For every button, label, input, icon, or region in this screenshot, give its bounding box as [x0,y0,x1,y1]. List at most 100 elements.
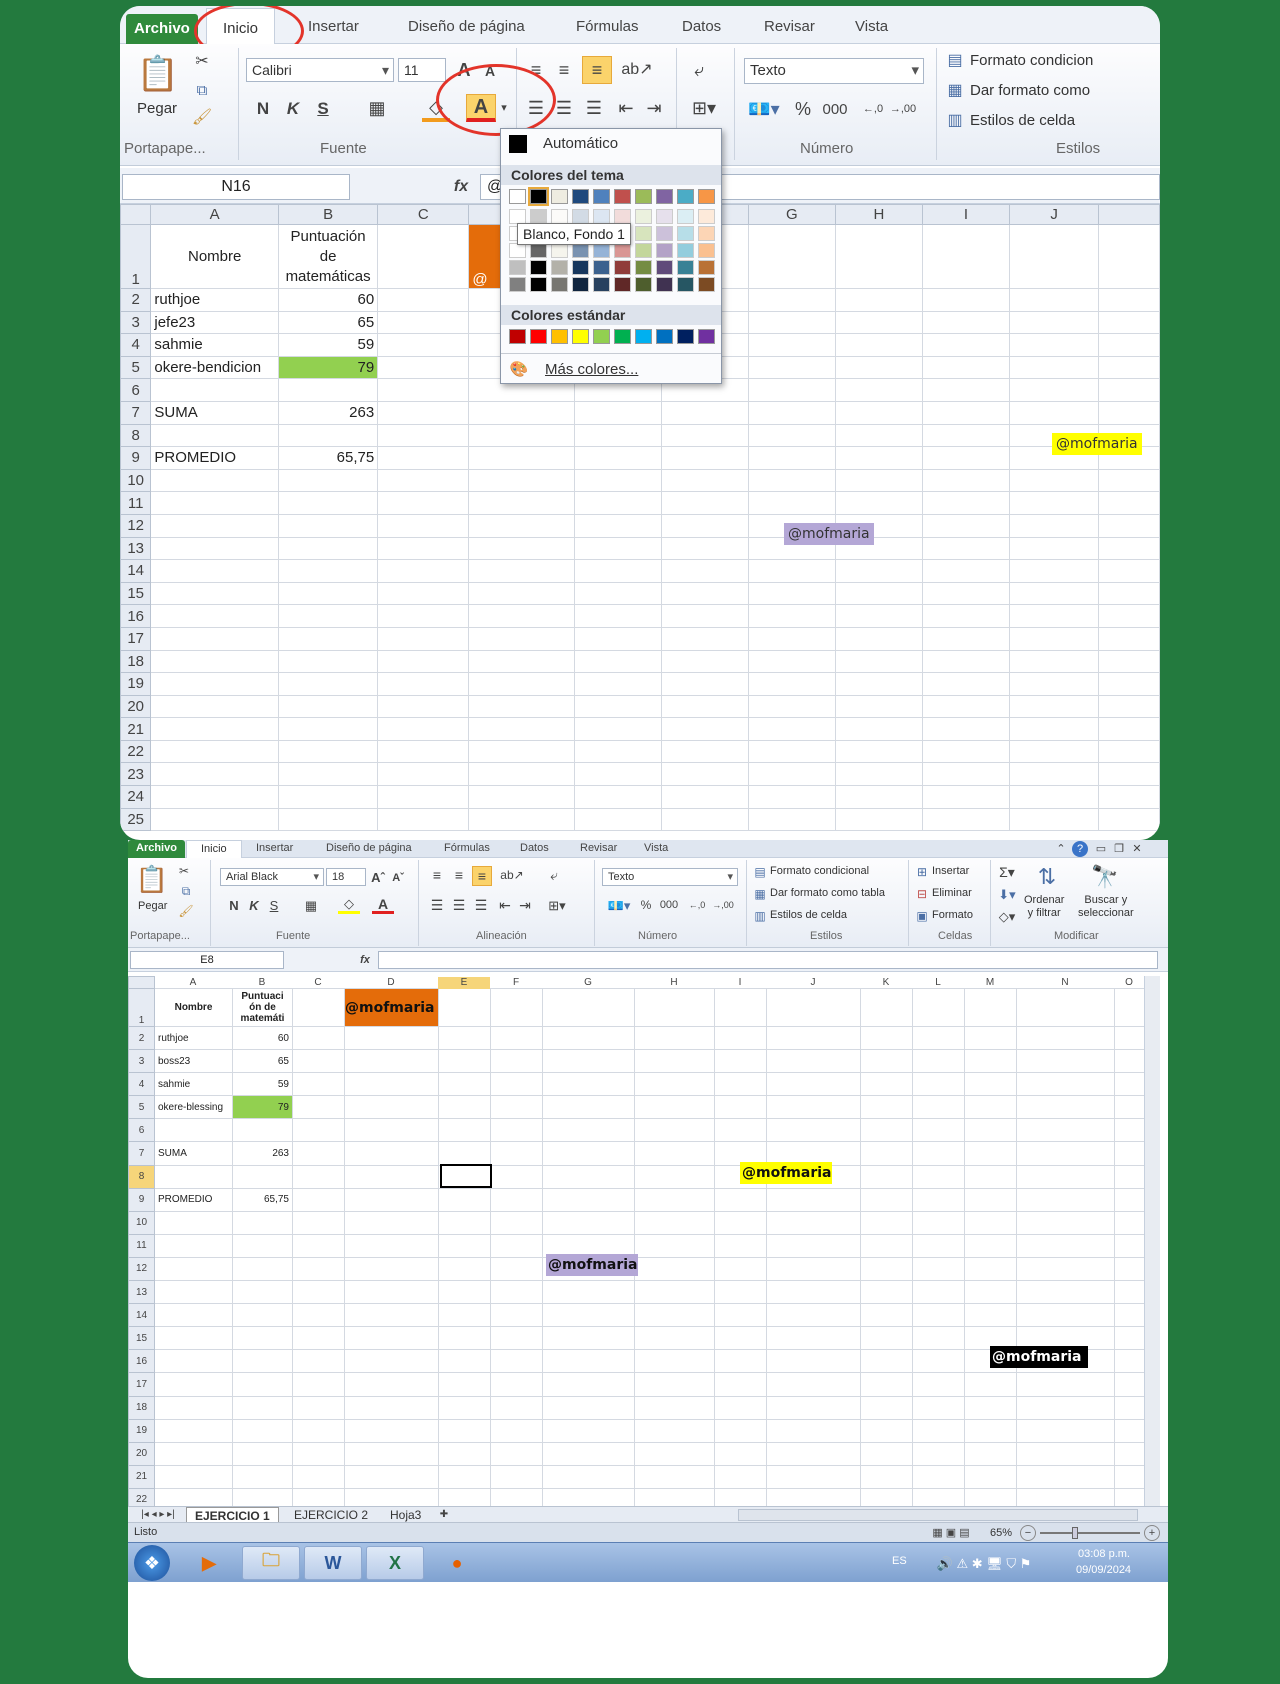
cell[interactable] [634,1141,715,1166]
cell[interactable] [912,1303,965,1328]
cell[interactable] [490,1303,543,1328]
cell[interactable] [634,1072,715,1097]
cell[interactable] [912,1025,965,1051]
cell[interactable] [634,1187,715,1212]
cell[interactable] [1114,1049,1145,1074]
cell[interactable] [834,694,923,719]
tag-mofmaria-g12[interactable]: @mofmaria [546,1254,638,1276]
cell[interactable] [860,1049,913,1074]
cell[interactable] [660,785,749,809]
cell[interactable] [834,604,923,628]
cell[interactable] [573,694,662,719]
theme-swatch[interactable] [551,189,568,204]
row-header[interactable]: 12 [120,513,152,538]
standard-swatch[interactable] [698,329,715,344]
row-header[interactable]: 20 [128,1441,155,1466]
cell[interactable] [490,1049,543,1074]
cell[interactable] [150,491,279,515]
cell[interactable] [438,1372,491,1397]
cell[interactable] [714,1303,767,1328]
cell[interactable] [1016,1025,1115,1051]
cell[interactable] [964,1372,1017,1397]
cell[interactable] [714,1210,767,1235]
theme-swatch[interactable] [614,189,631,204]
zoom-slider[interactable] [1040,1532,1140,1534]
theme-shade-swatch[interactable] [635,277,652,292]
cell[interactable] [468,536,575,561]
cell[interactable] [964,1118,1017,1143]
cell[interactable] [1114,1164,1145,1189]
cell[interactable] [232,1164,293,1189]
cell[interactable]: PROMEDIO [150,446,279,470]
cell[interactable] [714,1326,767,1351]
cell[interactable] [542,1049,635,1074]
cell[interactable] [490,1349,543,1374]
cell[interactable] [292,1441,345,1466]
cell[interactable] [714,1095,767,1120]
align-top-icon[interactable]: ≡ [428,866,446,884]
row-header[interactable]: 14 [120,559,152,583]
cell[interactable]: 263 [277,400,379,425]
cell[interactable] [1114,1072,1145,1097]
cell[interactable] [660,762,749,787]
cell[interactable] [542,1418,635,1443]
cell[interactable] [747,785,836,809]
decrease-decimal-icon[interactable]: →,00 [712,896,734,914]
column-header[interactable]: G [747,204,836,225]
cell[interactable] [1114,1256,1145,1282]
cell[interactable] [1009,333,1100,357]
cell[interactable] [921,446,1011,470]
font-name-combo[interactable]: Arial Black ▾ [220,868,324,886]
cell[interactable] [912,1441,965,1466]
cell[interactable] [1114,1441,1145,1466]
cell[interactable] [1016,1118,1115,1143]
cell[interactable] [766,1303,861,1328]
cell[interactable] [490,1095,543,1120]
theme-shade-swatch[interactable] [593,209,610,224]
row-header[interactable]: 2 [120,288,152,312]
cell[interactable] [1016,1256,1115,1282]
cell[interactable] [964,1303,1017,1328]
format-as-table-button[interactable]: Dar formato como [970,82,1090,99]
cell[interactable] [377,355,470,380]
cell[interactable] [1009,536,1100,561]
cell[interactable] [912,1349,965,1374]
help-icon[interactable]: ? [1072,841,1088,857]
cell[interactable] [150,694,279,719]
cell[interactable] [964,1441,1017,1466]
cell[interactable] [1098,378,1160,402]
cell[interactable] [660,581,749,606]
cell[interactable]: SUMA [150,400,279,425]
column-header[interactable]: D [344,977,438,989]
cell[interactable] [232,1326,293,1351]
cell[interactable] [438,1233,491,1258]
cell[interactable] [747,604,836,628]
cell[interactable] [1009,288,1100,312]
cell[interactable] [468,626,575,651]
cell-nombre-header[interactable]: Nombre [154,988,233,1027]
row-header[interactable]: 5 [128,1095,155,1120]
cell[interactable] [834,423,923,448]
tag-mofmaria-g12[interactable]: @mofmaria [784,523,874,545]
cell[interactable] [232,1256,293,1282]
cell[interactable] [921,491,1011,515]
cell[interactable] [490,1441,543,1466]
column-header[interactable]: L [912,977,964,989]
cell[interactable] [1009,355,1100,380]
cell[interactable] [912,1233,965,1258]
cell[interactable] [634,1164,715,1189]
theme-shade-swatch[interactable] [635,209,652,224]
cell[interactable] [834,649,923,674]
tab-revisar[interactable]: Revisar [580,842,617,854]
view-buttons-icon[interactable]: ▦ ▣ ▤ [924,1525,978,1541]
tag-mofmaria-j8[interactable]: @mofmaria [740,1162,832,1184]
cell[interactable] [150,513,279,538]
cell[interactable] [1098,604,1160,628]
column-header[interactable]: H [834,204,923,225]
cell[interactable] [921,762,1011,787]
cell[interactable] [860,1233,913,1258]
cell[interactable] [377,378,470,402]
window-close-icon[interactable]: ✕ [1130,842,1144,856]
cell[interactable] [377,446,470,470]
theme-swatch[interactable] [572,189,589,204]
